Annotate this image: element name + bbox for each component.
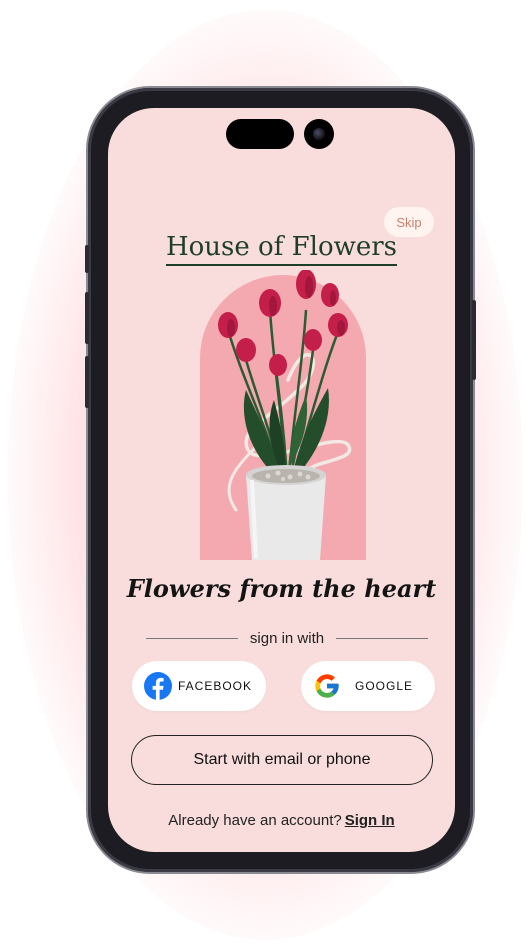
existing-account-text: Already have an account? <box>168 812 342 829</box>
facebook-label: FACEBOOK <box>177 679 253 693</box>
google-icon <box>315 674 339 698</box>
divider-text: sign in with <box>249 629 325 647</box>
facebook-icon <box>144 672 172 700</box>
sign-in-divider: sign in with <box>146 628 429 648</box>
facebook-button[interactable]: FACEBOOK <box>132 661 266 711</box>
divider-line-right <box>336 637 429 639</box>
tagline: Flowers from the heart <box>126 574 437 603</box>
dynamic-island <box>226 119 294 149</box>
phone-power-button <box>472 300 476 380</box>
sign-in-row: Already have an account? Sign In <box>108 812 455 829</box>
email-phone-button[interactable]: Start with email or phone <box>131 735 433 785</box>
app-screen: Skip House of Flowers Flowers from the h… <box>108 108 455 852</box>
app-title-text: House of Flowers <box>165 232 398 266</box>
phone-volume-up <box>85 292 89 344</box>
app-title: House of Flowers <box>108 232 455 266</box>
front-camera <box>304 119 334 149</box>
phone-side-button <box>85 245 89 273</box>
vase <box>246 475 326 560</box>
tulip-vase-illustration <box>200 270 366 560</box>
sign-in-link[interactable]: Sign In <box>345 812 395 829</box>
stage: Skip House of Flowers Flowers from the h… <box>0 0 531 946</box>
phone-volume-down <box>85 356 89 408</box>
google-button[interactable]: GOOGLE <box>301 661 435 711</box>
divider-line-left <box>146 637 238 639</box>
google-label: GOOGLE <box>354 679 413 693</box>
